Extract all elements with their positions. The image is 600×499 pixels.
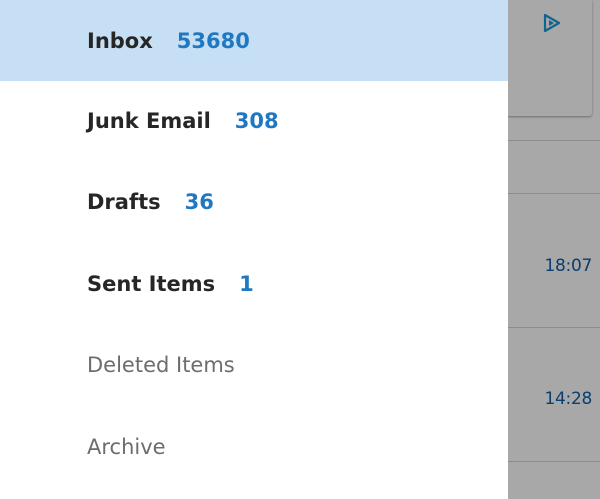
folder-name: Drafts — [87, 189, 161, 214]
folder-name: Sent Items — [87, 271, 216, 296]
folder-name: Archive — [87, 434, 166, 459]
folder-drawer: Inbox 53680 Junk Email 308 Drafts 36 Sen… — [0, 0, 508, 499]
folder-item-sent-items[interactable]: Sent Items 1 — [0, 243, 508, 324]
unread-count: 308 — [234, 108, 279, 133]
unread-count: 53680 — [176, 28, 250, 53]
folder-item-inbox[interactable]: Inbox 53680 — [0, 0, 508, 81]
folder-name: Deleted Items — [87, 352, 235, 377]
unread-count: 36 — [184, 189, 214, 214]
folder-item-junk-email[interactable]: Junk Email 308 — [0, 80, 508, 161]
folder-name: Junk Email — [87, 108, 211, 133]
folder-item-deleted-items[interactable]: Deleted Items — [0, 324, 508, 405]
folder-item-archive[interactable]: Archive — [0, 406, 508, 487]
unread-count: 1 — [239, 271, 254, 296]
folder-item-drafts[interactable]: Drafts 36 — [0, 161, 508, 242]
folder-name: Inbox — [87, 28, 153, 53]
